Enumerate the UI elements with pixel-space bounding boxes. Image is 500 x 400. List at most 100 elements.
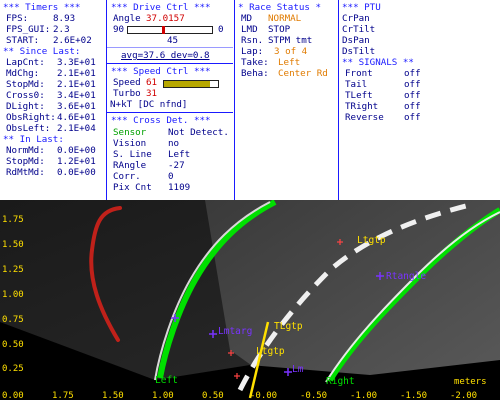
md-label: MD [241, 13, 253, 24]
signal-row: TLeft off [342, 90, 452, 101]
vision-value: no [168, 138, 180, 149]
inlast-value: 1.2E+01 [57, 156, 96, 167]
fps-label: FPS: [6, 13, 29, 24]
y-tick-label: 0.50 [2, 340, 24, 350]
angle-slider[interactable] [127, 26, 213, 34]
since-label: DLight: [6, 101, 45, 112]
since-value: 4.6E+01 [57, 112, 96, 123]
camera-overlay [0, 200, 500, 400]
x-tick-label: 1.50 [102, 391, 124, 400]
y-tick-label: 1.75 [2, 215, 24, 225]
signal-value: off [404, 112, 421, 123]
signal-value: off [404, 79, 421, 90]
lap-label: Lap: [241, 46, 264, 57]
signal-row: Tail off [342, 79, 452, 90]
start-label: START: [6, 35, 40, 46]
take-value: Left [278, 57, 301, 68]
y-tick-label: 1.00 [2, 290, 24, 300]
speed-bar [163, 80, 219, 88]
x-tick-label: -0.50 [300, 391, 328, 400]
corr-label: Corr. [113, 171, 141, 182]
lmd-value: STOP [268, 24, 291, 35]
signal-value: off [404, 90, 421, 101]
x-tick-label: 1.75 [52, 391, 74, 400]
divider [107, 47, 233, 48]
nkt-status: N+kT [DC nfnd] [110, 99, 188, 110]
slider-min-label: 90 [113, 24, 125, 35]
since-label: MdChg: [6, 68, 40, 79]
since-label: ObsLeft: [6, 123, 51, 134]
avg-dev-readout: avg=37.6 dev=0.8 [121, 50, 210, 61]
x-tick-label: -0.00 [250, 391, 278, 400]
signal-row: Front off [342, 68, 452, 79]
since-row: ObsRight: 4.6E+01 [3, 112, 103, 123]
cross-det-header: *** Cross Det. *** [111, 115, 211, 126]
sensor-label: Sensor [113, 127, 147, 138]
since-label: Cross0: [6, 90, 45, 101]
pix-cnt-label: Pix Cnt [113, 182, 152, 193]
sensor-value: Not Detect. [168, 127, 229, 138]
lmd-label: LMD [241, 24, 258, 35]
y-tick-label: 1.50 [2, 240, 24, 250]
in-last-header: ** In Last: [3, 134, 64, 145]
since-row: Cross0: 3.4E+01 [3, 90, 103, 101]
inlast-label: RdMtMd: [6, 167, 45, 178]
turbo-label: Turbo [113, 88, 141, 99]
inlast-row: NormMd: 0.0E+00 [3, 145, 103, 156]
angle-label: Angle [113, 13, 141, 24]
ptu-item: DsTilt [342, 46, 376, 57]
sline-label: S. Line [113, 149, 152, 160]
x-tick-label: -2.00 [450, 391, 478, 400]
take-label: Take: [241, 57, 269, 68]
lmtarg-label: Lmtarg [218, 326, 253, 337]
ptu-header: *** PTU [342, 2, 381, 13]
since-value: 2.1E+01 [57, 68, 96, 79]
left-label: Left [155, 375, 178, 386]
since-row: DLight: 3.6E+01 [3, 101, 103, 112]
signal-value: off [404, 101, 421, 112]
since-row: MdChg: 2.1E+01 [3, 68, 103, 79]
angle-value: 37.0157 [146, 13, 185, 24]
since-label: LapCnt: [6, 57, 45, 68]
md-value: NORMAL [268, 13, 302, 24]
race-status-column: * Race Status * MD NORMAL LMD STOP Rsn. … [235, 0, 338, 200]
corr-value: 0 [168, 171, 174, 182]
lap-value: 3 of 4 [274, 46, 308, 57]
rangle-value: -27 [168, 160, 185, 171]
y-tick-label: 1.25 [2, 265, 24, 275]
signal-label: Front [345, 68, 373, 79]
ptu-item: DsPan [342, 35, 370, 46]
since-value: 3.4E+01 [57, 90, 96, 101]
since-value: 2.1E+01 [57, 79, 96, 90]
signal-value: off [404, 68, 421, 79]
timers-column: *** Timers *** FPS: 8.93 FPS_GUI: 2.3 ST… [0, 0, 106, 200]
right-label: Right [326, 376, 355, 387]
signal-label: TRight [345, 101, 379, 112]
speed-value: 61 [146, 77, 158, 88]
speed-label: Speed [113, 77, 141, 88]
fps-gui-value: 2.3 [53, 24, 70, 35]
speed-bar-fill [164, 81, 210, 87]
rsn-value: STPM tmt [268, 35, 313, 46]
fps-gui-label: FPS_GUI: [6, 24, 51, 35]
beha-value: Center Rd [278, 68, 328, 79]
since-row: LapCnt: 3.3E+01 [3, 57, 103, 68]
x-tick-label: -1.50 [400, 391, 428, 400]
vision-label: Vision [113, 138, 147, 149]
since-last-header: ** Since Last: [3, 46, 81, 57]
signal-label: Tail [345, 79, 368, 90]
rangle-label: RAngle [113, 160, 147, 171]
rtangle-label: Rtangle [386, 271, 427, 282]
start-value: 2.6E+02 [53, 35, 92, 46]
slider-max-label: 0 [218, 24, 224, 35]
tlgtp-label: TLgtp [274, 321, 303, 332]
race-status-header: * Race Status * [238, 2, 321, 13]
inlast-value: 0.0E+00 [57, 145, 96, 156]
beha-label: Beha: [241, 68, 269, 79]
angle-slider-thumb[interactable] [162, 26, 165, 34]
fps-value: 8.93 [53, 13, 76, 24]
divider [107, 112, 233, 113]
signal-label: TLeft [345, 90, 373, 101]
since-value: 3.6E+01 [57, 101, 96, 112]
y-tick-label: 0.75 [2, 315, 24, 325]
